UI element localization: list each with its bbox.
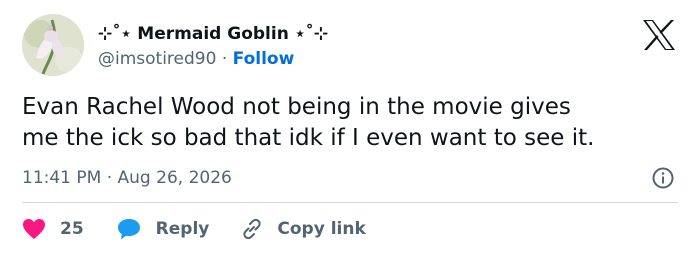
link-icon	[239, 217, 265, 241]
separator-dot: ·	[221, 49, 228, 69]
author-handle[interactable]: @imsotired90	[98, 49, 216, 69]
tweet-text: Evan Rachel Wood not being in the movie …	[22, 92, 682, 154]
divider	[22, 202, 678, 203]
speech-bubble-icon	[116, 217, 142, 241]
author-display-name[interactable]: ⊹˚⋆ Mermaid Goblin ⋆˚⊹	[98, 22, 328, 46]
tweet-timestamp[interactable]: 11:41 PM · Aug 26, 2026	[22, 166, 232, 190]
like-button[interactable]: 25	[22, 218, 84, 240]
copy-link-button[interactable]: Copy link	[239, 217, 366, 241]
info-icon[interactable]	[651, 166, 675, 190]
action-bar: 25 Reply Copy link	[22, 215, 366, 243]
tweet-text-line-1: Evan Rachel Wood not being in the movie …	[22, 94, 571, 120]
reply-label: Reply	[155, 219, 210, 239]
follow-button[interactable]: Follow	[233, 49, 295, 69]
tweet-text-line-2: me the ick so bad that idk if I even wan…	[22, 125, 595, 151]
author-handle-row: @imsotired90 · Follow	[98, 47, 294, 71]
x-logo-icon[interactable]	[641, 19, 677, 51]
avatar-image	[22, 14, 84, 76]
reply-button[interactable]: Reply	[116, 217, 210, 241]
avatar[interactable]	[22, 14, 84, 76]
like-count: 25	[60, 219, 84, 239]
copy-link-label: Copy link	[277, 219, 366, 239]
heart-icon	[22, 218, 46, 240]
